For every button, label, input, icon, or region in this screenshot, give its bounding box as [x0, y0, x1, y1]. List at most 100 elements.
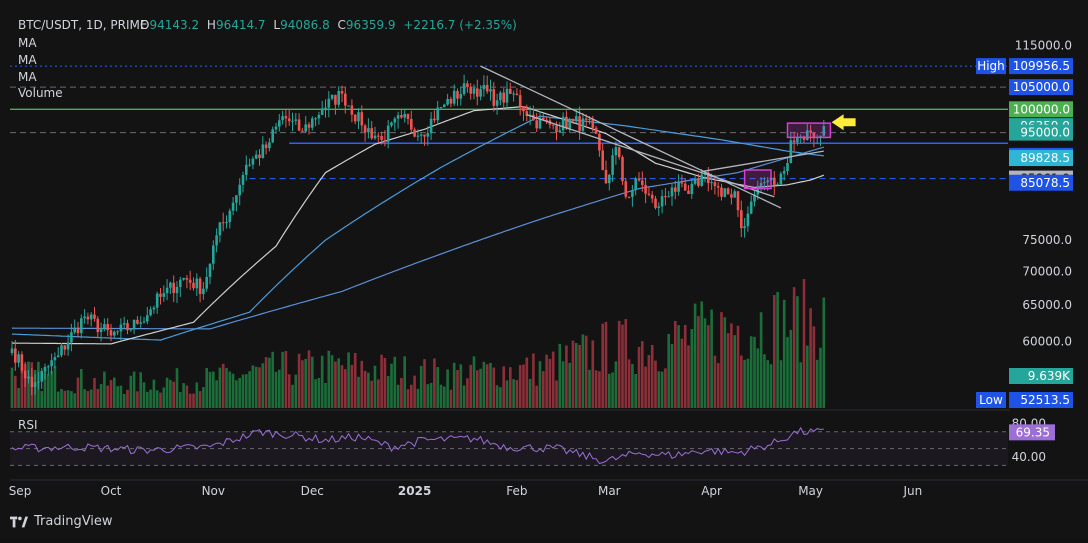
volume-bar: [730, 323, 733, 408]
candle-body: [779, 173, 783, 185]
volume-bar: [522, 364, 525, 408]
indicator-rsi[interactable]: RSI: [18, 418, 38, 432]
candle-body: [320, 108, 324, 115]
high-value: 96414.7: [216, 18, 266, 32]
volume-bar: [146, 391, 149, 408]
candle-body: [344, 93, 347, 106]
candle-body: [37, 381, 40, 383]
volume-bar: [413, 375, 416, 408]
candle-body: [581, 118, 585, 131]
volume-bar: [631, 363, 634, 408]
candle-body: [740, 210, 743, 229]
candle-body: [509, 88, 512, 94]
candle-body: [377, 135, 380, 137]
volume-bar: [294, 374, 298, 408]
volume-bar: [683, 325, 687, 408]
volume-bar: [822, 297, 826, 408]
candle-body: [80, 318, 83, 334]
volume-bar: [291, 384, 294, 408]
candle-body: [505, 88, 509, 103]
candle-body: [291, 120, 294, 122]
volume-bar: [617, 320, 621, 408]
volume-bar: [472, 356, 476, 408]
candle-body: [271, 129, 274, 143]
candle-body: [50, 360, 53, 367]
indicator-volume[interactable]: Volume: [18, 86, 63, 100]
candle-body: [479, 89, 482, 97]
candle-body: [47, 366, 50, 368]
candle-body: [175, 286, 179, 294]
volume-bar: [406, 389, 410, 408]
volume-bar: [443, 386, 446, 408]
volume-bar: [773, 295, 776, 408]
volume-bar: [241, 374, 245, 408]
candle-body: [792, 140, 796, 143]
candle-body: [43, 366, 47, 371]
volume-bar: [644, 366, 647, 408]
indicator-ma-3[interactable]: MA: [18, 70, 37, 84]
volume-bar: [565, 345, 568, 408]
volume-bar: [637, 346, 641, 408]
volume-bar: [812, 326, 816, 408]
volume-bar: [476, 370, 479, 408]
candle-body: [14, 348, 17, 363]
volume-bar: [386, 376, 390, 408]
volume-bar: [584, 335, 588, 408]
volume-bar: [479, 368, 482, 408]
volume-bar: [86, 390, 90, 408]
candle-body: [225, 222, 228, 224]
candle-body: [512, 93, 515, 95]
candle-body: [571, 118, 575, 122]
candle-body: [261, 144, 265, 158]
candle-body: [561, 116, 565, 131]
volume-bar: [786, 337, 789, 408]
candle-body: [723, 188, 727, 197]
time-tick-label: Sep: [9, 484, 32, 498]
volume-bar: [571, 340, 575, 408]
candle-body: [558, 130, 562, 133]
candle-body: [40, 370, 43, 382]
candle-body: [594, 127, 598, 134]
volume-bar: [212, 371, 215, 408]
candle-body: [363, 125, 367, 133]
candle-body: [155, 293, 159, 308]
candle-body: [644, 184, 647, 194]
price-tag: 9.639K: [1028, 369, 1071, 383]
volume-bar: [604, 321, 608, 408]
candle-body: [192, 282, 195, 289]
volume-bar: [396, 384, 400, 408]
candle-body: [311, 118, 314, 128]
volume-bar: [60, 388, 63, 408]
volume-bar: [169, 379, 172, 408]
volume-bar: [142, 382, 146, 408]
volume-bar: [664, 368, 667, 408]
volume-bar: [179, 392, 182, 408]
candle-body: [733, 191, 736, 198]
candle-body: [667, 196, 670, 198]
volume-bar: [525, 357, 529, 408]
volume-bar: [403, 356, 406, 408]
volume-bar: [320, 355, 324, 408]
volume-bar: [598, 371, 601, 408]
volume-bar: [677, 325, 680, 408]
volume-bar: [152, 379, 156, 408]
volume-bar: [129, 375, 133, 408]
volume-bar: [14, 375, 17, 408]
candle-body: [789, 140, 793, 164]
volume-bar: [641, 341, 644, 408]
candle-body: [720, 187, 723, 197]
volume-bar: [806, 345, 809, 408]
candle-body: [647, 193, 651, 195]
volume-bar: [80, 369, 83, 408]
volume-bar: [264, 357, 268, 408]
indicator-ma-2[interactable]: MA: [18, 53, 37, 67]
candle-body: [129, 329, 133, 331]
volume-bar: [782, 299, 786, 408]
volume-bar: [726, 333, 730, 408]
indicator-ma-1[interactable]: MA: [18, 36, 37, 50]
candle-body: [710, 182, 713, 184]
volume-bar: [344, 369, 347, 408]
volume-bar: [103, 371, 106, 408]
price-tag: 105000.0: [1013, 80, 1070, 94]
candle-body: [109, 330, 113, 336]
